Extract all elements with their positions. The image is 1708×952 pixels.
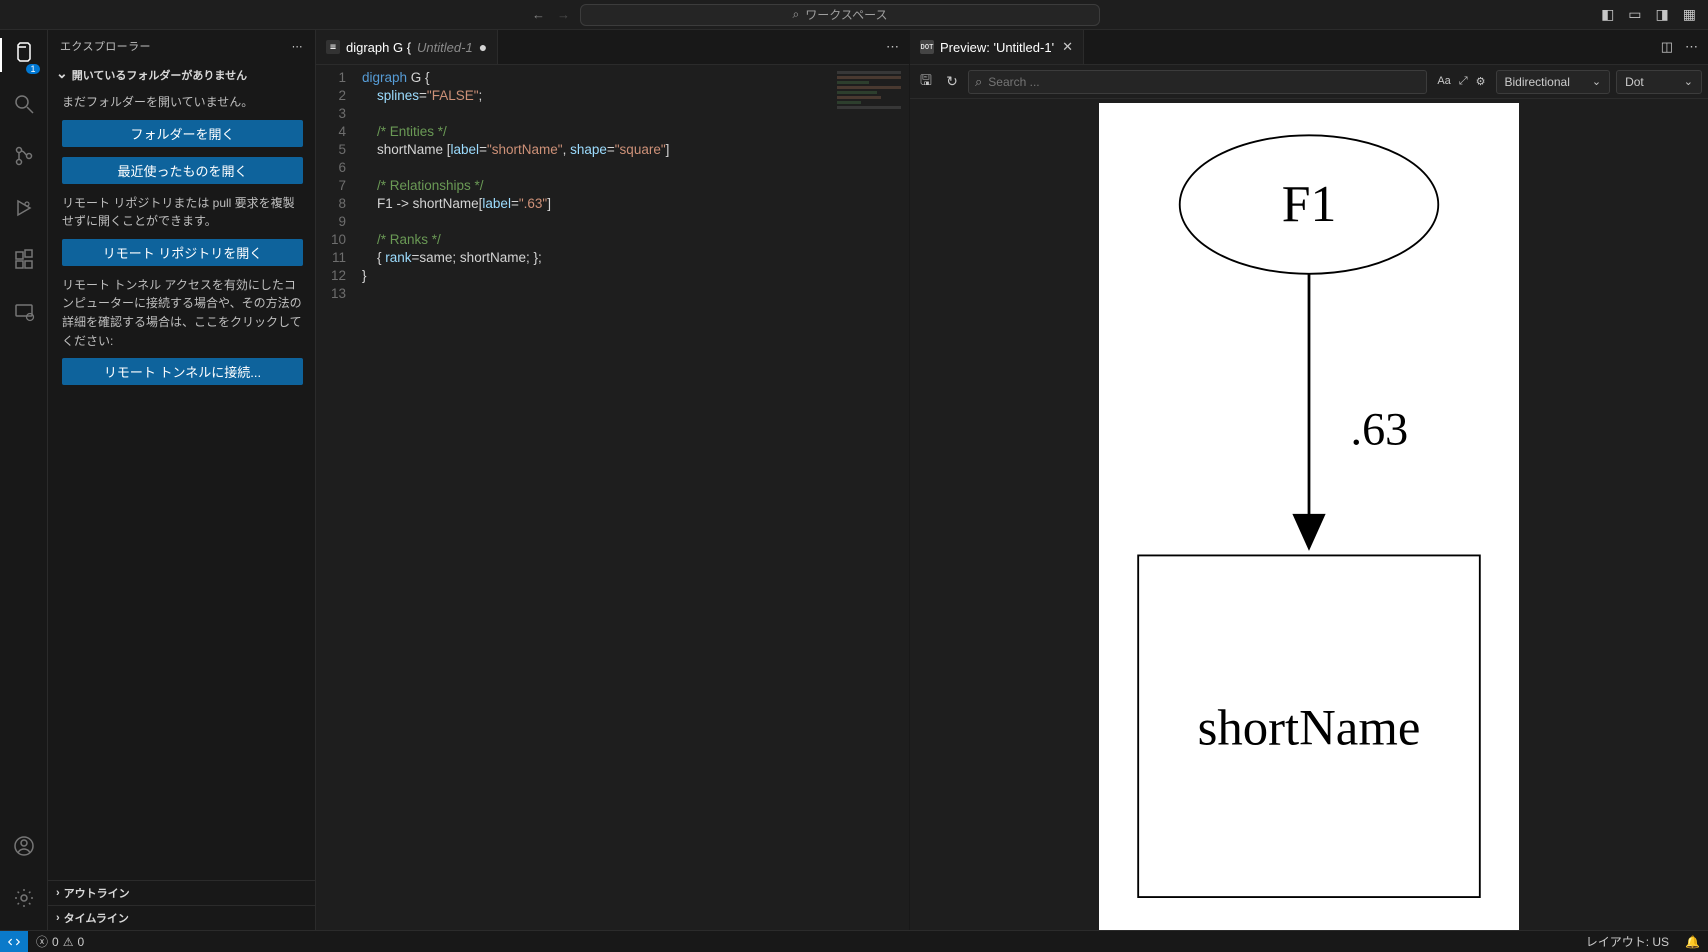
activity-remote-icon[interactable]	[10, 300, 38, 330]
dirty-indicator-icon: ●	[479, 39, 487, 55]
tab-preview[interactable]: DOT Preview: 'Untitled-1' ✕	[910, 30, 1084, 64]
section-header-label: 開いているフォルダーがありません	[72, 67, 247, 83]
timeline-label: タイムライン	[64, 910, 129, 926]
keyboard-layout[interactable]: レイアウト: US	[1578, 933, 1677, 950]
customize-layout-icon[interactable]: ▦	[1683, 6, 1696, 23]
sidebar-title: エクスプローラー	[60, 38, 151, 54]
remote-repo-message: リモート リポジトリまたは pull 要求を複製せずに開くことができます。	[62, 194, 303, 231]
tunnel-message: リモート トンネル アクセスを有効にしたコンピューターに接続する場合や、その方法…	[62, 276, 303, 350]
no-folder-message: まだフォルダーを開いていません。	[62, 93, 303, 112]
minimap[interactable]	[829, 69, 909, 129]
editor-more-icon[interactable]: ⋯	[1685, 39, 1698, 55]
expand-icon[interactable]: ⤢	[1459, 75, 1468, 88]
status-bar: ⓧ0 ⚠0 レイアウト: US 🔔	[0, 930, 1708, 952]
sidebar-more-icon[interactable]: ⋯	[292, 40, 303, 53]
no-folder-section-header[interactable]: ⌄ 開いているフォルダーがありません	[48, 62, 315, 87]
arrowhead-icon	[1292, 514, 1325, 551]
explorer-sidebar: エクスプローラー ⋯ ⌄ 開いているフォルダーがありません まだフォルダーを開い…	[48, 30, 316, 930]
tab-untitled-dot[interactable]: ≡ digraph G { Untitled-1 ●	[316, 30, 498, 64]
code-editor[interactable]: 12345678910111213 digraph G { splines="F…	[316, 65, 909, 930]
chevron-down-icon: ⌄	[56, 65, 68, 82]
nav-forward-icon: →	[557, 7, 570, 22]
edge-label: .63	[1351, 404, 1409, 455]
chevron-down-icon: ⌄	[1684, 75, 1693, 88]
engine-dropdown[interactable]: Dot ⌄	[1616, 70, 1702, 94]
line-number-gutter: 12345678910111213	[316, 65, 362, 930]
chevron-right-icon: ›	[56, 887, 60, 899]
search-icon: ⌕	[975, 74, 982, 90]
open-recent-button[interactable]: 最近使ったものを開く	[62, 157, 303, 184]
error-count: 0	[52, 935, 59, 949]
editor-tabs-code: ≡ digraph G { Untitled-1 ● ⋯	[316, 30, 909, 65]
tab-filename: digraph G {	[346, 40, 411, 55]
save-icon[interactable]: 🖫	[916, 70, 936, 94]
direction-dropdown[interactable]: Bidirectional ⌄	[1496, 70, 1611, 94]
notifications-icon[interactable]: 🔔	[1677, 933, 1708, 950]
search-options: Aa ⤢ ⚙	[1437, 75, 1485, 88]
command-center[interactable]: ⌕ ワークスペース	[580, 4, 1100, 26]
dot-lang-icon: DOT	[920, 40, 934, 54]
error-icon: ⓧ	[36, 933, 48, 950]
close-icon[interactable]: ✕	[1062, 39, 1073, 55]
problems-indicator[interactable]: ⓧ0 ⚠0	[28, 933, 92, 950]
node-shortname-label: shortName	[1198, 700, 1421, 756]
explorer-badge: 1	[26, 64, 39, 74]
match-case-icon[interactable]: Aa	[1437, 75, 1450, 88]
connect-tunnel-button[interactable]: リモート トンネルに接続...	[62, 358, 303, 385]
timeline-section[interactable]: › タイムライン	[48, 905, 315, 930]
preview-search-field[interactable]: ⌕	[968, 70, 1427, 94]
search-icon: ⌕	[793, 7, 800, 22]
tab-preview-title: Preview: 'Untitled-1'	[940, 40, 1054, 55]
file-type-icon: ≡	[326, 40, 340, 54]
activity-account-icon[interactable]	[10, 834, 38, 864]
nav-arrows: ← →	[510, 7, 570, 22]
tab-unsaved-name: Untitled-1	[417, 40, 473, 55]
warning-icon: ⚠	[63, 935, 74, 949]
outline-label: アウトライン	[64, 885, 130, 901]
code-content[interactable]: digraph G { splines="FALSE"; /* Entities…	[362, 65, 909, 930]
preview-search-input[interactable]	[988, 75, 1420, 89]
engine-value: Dot	[1625, 75, 1644, 89]
remote-indicator[interactable]	[0, 931, 28, 952]
layout-label: レイアウト: US	[1586, 933, 1669, 950]
split-editor-icon[interactable]: ◫	[1661, 39, 1673, 55]
editor-tabs-preview: DOT Preview: 'Untitled-1' ✕ ◫ ⋯	[910, 30, 1708, 65]
titlebar-layout-controls: ◧ ▭ ◨ ▦	[1601, 6, 1696, 23]
preview-toolbar: 🖫 ↻ ⌕ Aa ⤢ ⚙ Bidirectional ⌄ Dot ⌄	[910, 65, 1708, 99]
refresh-icon[interactable]: ↻	[942, 73, 962, 90]
graph-canvas: F1 .63 shortName	[1099, 103, 1519, 930]
editor-group-code: ≡ digraph G { Untitled-1 ● ⋯ 12345678910…	[316, 30, 910, 930]
activity-bar: 1	[0, 30, 48, 930]
nav-back-icon[interactable]: ←	[532, 7, 545, 22]
open-folder-button[interactable]: フォルダーを開く	[62, 120, 303, 147]
direction-value: Bidirectional	[1505, 75, 1570, 89]
graph-preview-surface[interactable]: F1 .63 shortName	[910, 99, 1708, 930]
activity-settings-icon[interactable]	[10, 886, 38, 916]
editor-more-icon[interactable]: ⋯	[886, 39, 899, 55]
command-center-placeholder: ワークスペース	[805, 6, 887, 23]
open-remote-repo-button[interactable]: リモート リポジトリを開く	[62, 239, 303, 266]
activity-explorer-icon[interactable]: 1	[10, 40, 38, 70]
editor-group-preview: DOT Preview: 'Untitled-1' ✕ ◫ ⋯ 🖫 ↻ ⌕ Aa	[910, 30, 1708, 930]
chevron-down-icon: ⌄	[1592, 75, 1601, 88]
toggle-primary-sidebar-icon[interactable]: ◧	[1601, 6, 1614, 23]
activity-extensions-icon[interactable]	[10, 248, 38, 278]
warning-count: 0	[77, 935, 84, 949]
toggle-secondary-sidebar-icon[interactable]: ◨	[1656, 6, 1669, 23]
no-folder-panel: まだフォルダーを開いていません。 フォルダーを開く 最近使ったものを開く リモー…	[48, 87, 315, 407]
activity-scm-icon[interactable]	[10, 144, 38, 174]
activity-search-icon[interactable]	[10, 92, 38, 122]
settings-sliders-icon[interactable]: ⚙	[1476, 75, 1486, 88]
title-bar: ← → ⌕ ワークスペース ◧ ▭ ◨ ▦	[0, 0, 1708, 30]
activity-run-icon[interactable]	[10, 196, 38, 226]
node-f1-label: F1	[1282, 176, 1337, 233]
toggle-panel-icon[interactable]: ▭	[1628, 6, 1641, 23]
outline-section[interactable]: › アウトライン	[48, 880, 315, 905]
chevron-right-icon: ›	[56, 912, 60, 924]
